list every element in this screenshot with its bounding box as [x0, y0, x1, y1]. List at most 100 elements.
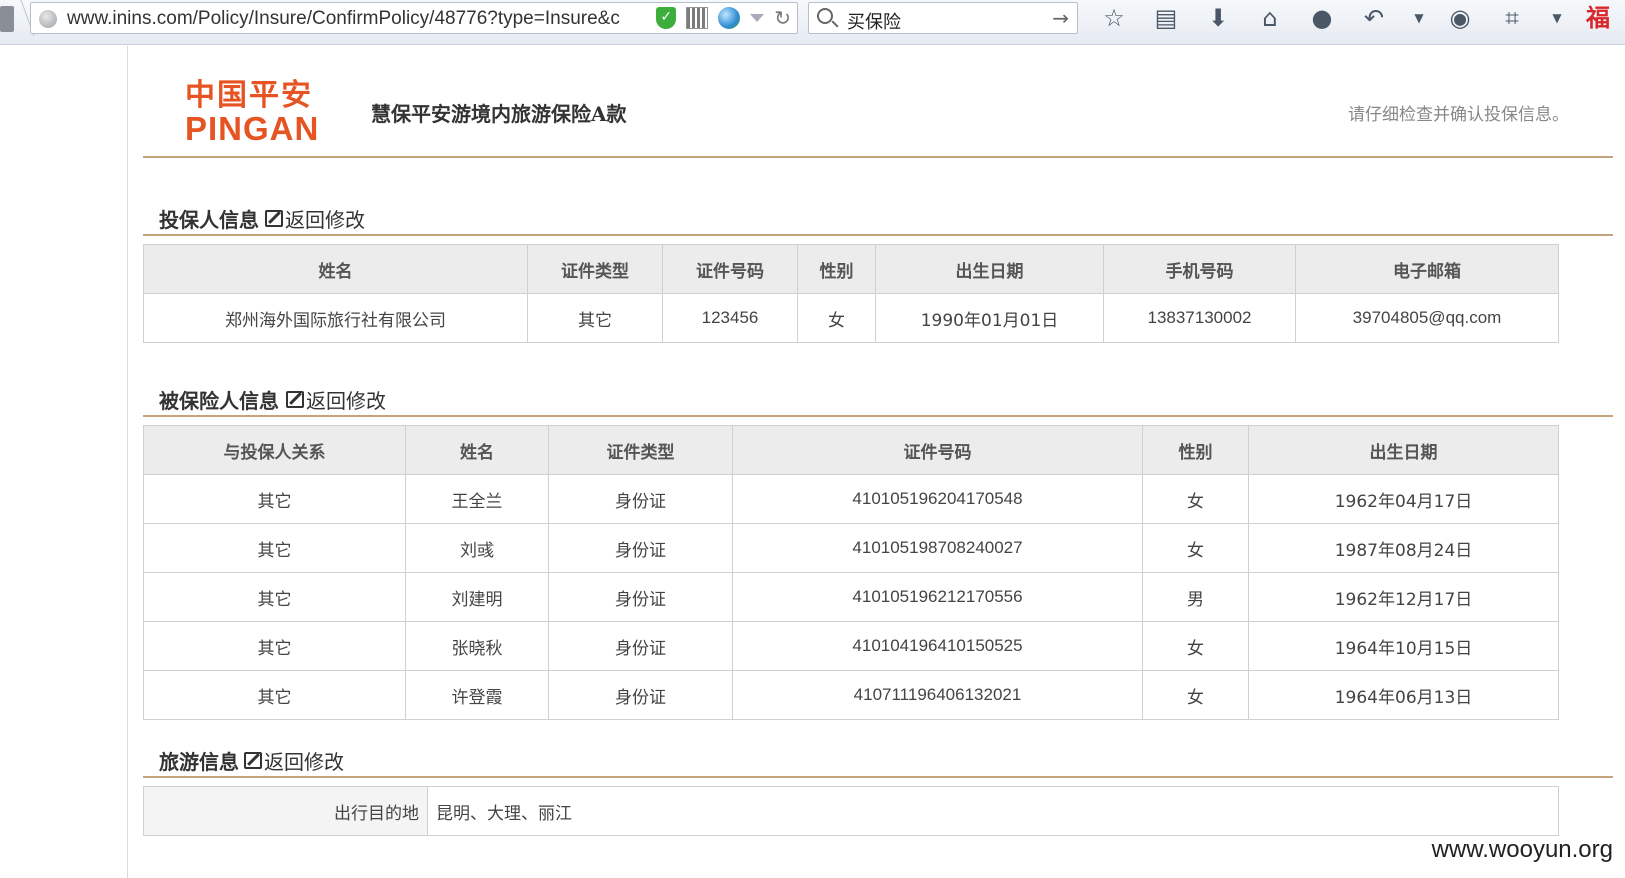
table-row: 其它 刘彧 身份证 410105198708240027 女 1987年08月2… — [143, 523, 1559, 573]
section-heading: 旅游信息 — [159, 750, 239, 774]
cell: 其它 — [143, 474, 406, 524]
col-header: 电子邮箱 — [1295, 244, 1559, 294]
search-bar[interactable]: 买保险 → — [808, 2, 1078, 34]
cell: 身份证 — [548, 670, 733, 720]
edit-label: 返回修改 — [264, 750, 344, 774]
table-row: 其它 王全兰 身份证 410105196204170548 女 1962年04月… — [143, 474, 1559, 524]
cell: 13837130002 — [1103, 293, 1296, 343]
policyholder-table: 姓名 证件类型 证件号码 性别 出生日期 手机号码 电子邮箱 郑州海外国际旅行社… — [143, 244, 1559, 343]
watermark: www.wooyun.org — [1431, 836, 1613, 863]
edit-icon — [244, 752, 262, 769]
cell: 王全兰 — [405, 474, 549, 524]
edit-label: 返回修改 — [306, 389, 386, 413]
cell: 女 — [1142, 621, 1249, 671]
cell: 123456 — [662, 293, 798, 343]
home-icon[interactable]: ⌂ — [1256, 4, 1284, 32]
cell: 其它 — [527, 293, 663, 343]
insured-table: 与投保人关系 姓名 证件类型 证件号码 性别 出生日期 其它 王全兰 身份证 4… — [143, 425, 1559, 720]
toolbar-icons: ☆ ▤ ⬇ ⌂ ● ↶ ▼ ◉ ⌗ ▼ 福 — [1100, 4, 1625, 32]
chat-bubble-icon[interactable]: ● — [1308, 4, 1336, 32]
cell: 女 — [797, 293, 876, 343]
cell: 许登霞 — [405, 670, 549, 720]
crop-icon[interactable]: ⌗ — [1498, 4, 1526, 32]
section-heading: 被保险人信息 — [159, 389, 279, 413]
pingan-logo: 中国平安 PINGAN — [185, 80, 330, 146]
travel-edit-link[interactable]: 返回修改 — [244, 746, 344, 775]
address-bar[interactable]: www.inins.com/Policy/Insure/ConfirmPolic… — [30, 2, 798, 34]
table-row: 其它 张晓秋 身份证 410104196410150525 女 1964年10月… — [143, 621, 1559, 671]
cell: 410105198708240027 — [732, 523, 1143, 573]
cell: 身份证 — [548, 572, 733, 622]
cell: 刘建明 — [405, 572, 549, 622]
col-header: 证件号码 — [732, 425, 1143, 475]
bookmarks-list-icon[interactable]: ▤ — [1152, 4, 1180, 32]
cell: 1962年12月17日 — [1248, 572, 1559, 622]
cell: 郑州海外国际旅行社有限公司 — [143, 293, 528, 343]
col-header: 证件类型 — [548, 425, 733, 475]
search-go-icon[interactable]: → — [1052, 6, 1069, 30]
tab-edge[interactable] — [0, 6, 14, 32]
bookmark-star-icon[interactable]: ☆ — [1100, 4, 1128, 32]
policyholder-edit-link[interactable]: 返回修改 — [265, 204, 365, 233]
travel-table: 出行目的地 昆明、大理、丽江 — [143, 786, 1559, 836]
edit-label: 返回修改 — [285, 208, 365, 232]
page-header: 中国平安 PINGAN 慧保平安游境内旅游保险A款 请仔细检查并确认投保信息。 — [143, 46, 1613, 158]
destination-label: 出行目的地 — [143, 786, 428, 836]
col-header: 手机号码 — [1103, 244, 1296, 294]
fortune-icon[interactable]: 福 — [1584, 4, 1612, 32]
cell: 其它 — [143, 523, 406, 573]
cell: 410105196212170556 — [732, 572, 1143, 622]
col-header: 性别 — [1142, 425, 1249, 475]
cell: 410711196406132021 — [732, 670, 1143, 720]
cell: 女 — [1142, 523, 1249, 573]
undo-icon[interactable]: ↶ — [1360, 4, 1388, 32]
message-icon[interactable]: ◉ — [1446, 4, 1474, 32]
cell: 39704805@qq.com — [1295, 293, 1559, 343]
insured-edit-link[interactable]: 返回修改 — [286, 385, 386, 414]
cell: 1964年06月13日 — [1248, 670, 1559, 720]
cell: 1990年01月01日 — [875, 293, 1104, 343]
edit-icon — [286, 391, 304, 408]
cell: 1964年10月15日 — [1248, 621, 1559, 671]
undo-menu-icon[interactable]: ▼ — [1412, 4, 1426, 32]
url-text[interactable]: www.inins.com/Policy/Insure/ConfirmPolic… — [67, 8, 667, 30]
col-header: 出生日期 — [1248, 425, 1559, 475]
download-icon[interactable]: ⬇ — [1204, 4, 1232, 32]
col-header: 与投保人关系 — [143, 425, 406, 475]
dropdown-arrow-icon[interactable] — [750, 14, 765, 22]
search-input[interactable]: 买保险 — [847, 8, 901, 34]
col-header: 姓名 — [143, 244, 528, 294]
cell: 身份证 — [548, 523, 733, 573]
left-sidebar — [0, 46, 128, 878]
cell: 刘彧 — [405, 523, 549, 573]
policyholder-section-title: 投保人信息 返回修改 — [143, 196, 1613, 236]
cell: 1962年04月17日 — [1248, 474, 1559, 524]
reload-icon[interactable]: ↻ — [774, 7, 791, 29]
shield-icon[interactable]: ✓ — [656, 7, 677, 29]
site-identity-icon[interactable] — [39, 10, 57, 28]
destination-value: 昆明、大理、丽江 — [427, 786, 1559, 836]
cell: 其它 — [143, 670, 406, 720]
table-header-row: 姓名 证件类型 证件号码 性别 出生日期 手机号码 电子邮箱 — [143, 244, 1559, 294]
cell: 男 — [1142, 572, 1249, 622]
travel-section-title: 旅游信息 返回修改 — [143, 738, 1613, 778]
col-header: 姓名 — [405, 425, 549, 475]
crop-menu-icon[interactable]: ▼ — [1550, 4, 1564, 32]
table-header-row: 与投保人关系 姓名 证件类型 证件号码 性别 出生日期 — [143, 425, 1559, 475]
edit-icon — [265, 210, 283, 227]
globe-icon[interactable] — [718, 7, 741, 29]
col-header: 性别 — [797, 244, 876, 294]
search-icon — [817, 8, 833, 24]
cell: 410104196410150525 — [732, 621, 1143, 671]
confirm-notice: 请仔细检查并确认投保信息。 — [1348, 105, 1569, 125]
cell: 其它 — [143, 572, 406, 622]
cell: 张晓秋 — [405, 621, 549, 671]
cell: 1987年08月24日 — [1248, 523, 1559, 573]
col-header: 出生日期 — [875, 244, 1104, 294]
table-row: 其它 许登霞 身份证 410711196406132021 女 1964年06月… — [143, 670, 1559, 720]
table-row: 其它 刘建明 身份证 410105196212170556 男 1962年12月… — [143, 572, 1559, 622]
cell: 身份证 — [548, 474, 733, 524]
logo-en: PINGAN — [185, 110, 320, 147]
qr-code-icon[interactable] — [686, 7, 709, 29]
table-row: 出行目的地 昆明、大理、丽江 — [143, 786, 1559, 836]
